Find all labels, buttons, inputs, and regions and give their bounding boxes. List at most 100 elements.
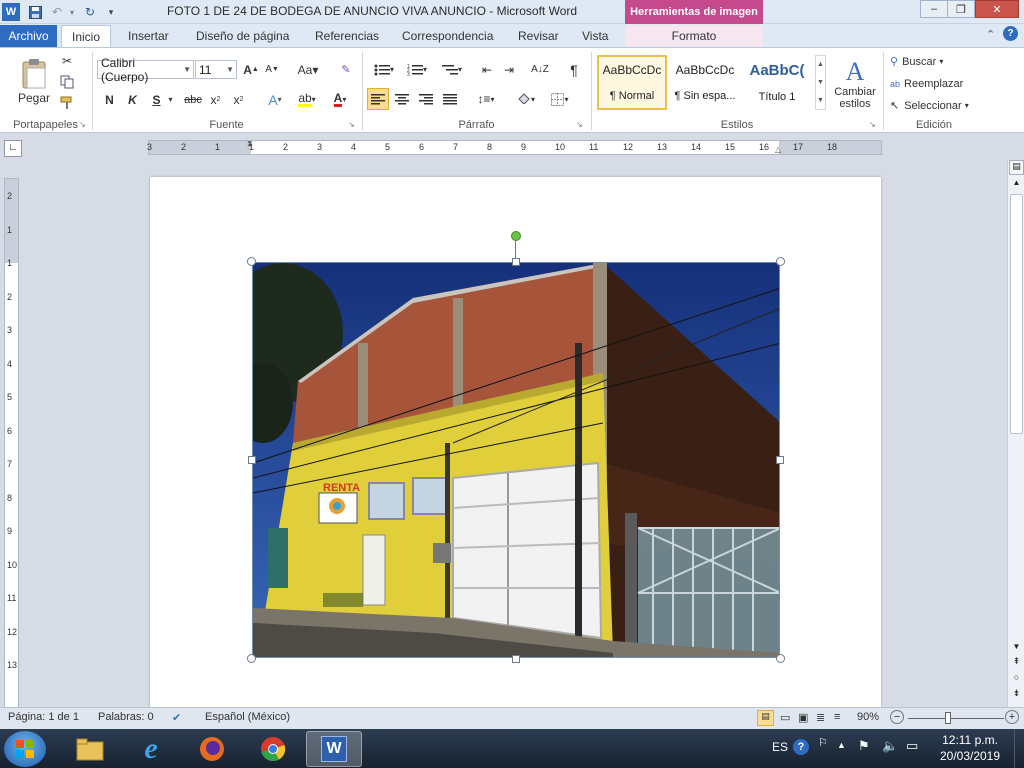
select-button[interactable]: ↖ Seleccionar ▾ [890,97,969,114]
justify-button[interactable] [441,89,459,109]
resize-handle-w[interactable] [248,456,256,464]
grow-font-button[interactable]: A ▲ [242,60,260,79]
explorer-taskbar-button[interactable] [62,731,118,767]
chrome-taskbar-button[interactable] [245,731,301,767]
tab-diseno-pagina[interactable]: Diseño de página [186,25,299,47]
zoom-in-icon[interactable]: + [1005,710,1019,724]
bold-button[interactable]: N [101,90,118,109]
highlight-button[interactable]: ab ▾ [292,90,322,109]
shrink-font-button[interactable]: A ▼ [263,60,281,79]
font-name-combo[interactable]: Calibri (Cuerpo) ▼ [97,56,194,84]
underline-button[interactable]: S [148,90,165,109]
minimize-button[interactable]: – [920,0,948,18]
sort-button[interactable]: A↓Z [530,60,550,79]
clear-format-icon[interactable]: ✎ [337,60,355,79]
resize-handle-e[interactable] [776,456,784,464]
superscript-button[interactable]: x2 [230,90,247,109]
increase-indent-button[interactable]: ⇥ [500,60,518,79]
tab-vista[interactable]: Vista [572,25,618,47]
chevron-up-icon[interactable]: ▲ [817,61,824,68]
font-color-button[interactable]: A ▾ [326,90,354,109]
tab-formato[interactable]: Formato [625,25,763,47]
style-titulo-1[interactable]: AaBbC( Título 1 [742,55,812,110]
style-sin-espaciado[interactable]: AaBbCcDc ¶ Sin espa... [670,55,740,110]
more-icon[interactable]: ▼ [817,97,824,104]
bullets-button[interactable]: ▾ [369,60,399,79]
style-normal[interactable]: AaBbCcDc ¶ Normal [597,55,667,110]
show-marks-button[interactable]: ¶ [565,60,583,79]
volume-icon[interactable]: 🔈 [882,738,898,754]
help-tray-icon[interactable]: ? [793,739,809,755]
align-center-button[interactable] [393,89,411,109]
ruler-toggle-icon[interactable]: ▤ [1009,160,1024,175]
zoom-level[interactable]: 90% [857,711,879,723]
previous-page-icon[interactable]: ⇞ [1009,656,1024,669]
right-indent-marker[interactable]: △ [775,145,781,154]
ie-taskbar-button[interactable]: e [123,731,179,767]
resize-handle-sw[interactable] [247,654,256,663]
action-center-icon[interactable]: ⚑ [858,738,870,754]
word-taskbar-button[interactable]: W [306,731,362,767]
dialog-launcher-icon[interactable]: ↘ [348,120,355,129]
align-left-button[interactable] [367,88,389,110]
help-icon[interactable]: ? [1003,26,1018,41]
resize-handle-nw[interactable] [247,257,256,266]
numbering-button[interactable]: 1 2 3 ▾ [402,60,432,79]
copy-icon[interactable] [59,74,75,90]
italic-button[interactable]: K [124,90,141,109]
resize-handle-ne[interactable] [776,257,785,266]
firefox-taskbar-button[interactable] [184,731,240,767]
text-effects-button[interactable]: A ▾ [262,90,288,109]
horizontal-ruler[interactable]: 3 2 1 1 2 3 4 5 6 7 8 9 10 11 12 13 14 15 16 17 18 ⧗ △ [147,139,882,155]
network-icon[interactable]: ▭ [906,738,918,754]
dialog-launcher-icon[interactable]: ↘ [869,120,876,129]
resize-handle-se[interactable] [776,654,785,663]
tab-insertar[interactable]: Insertar [118,25,179,47]
zoom-slider[interactable] [908,718,1004,719]
tray-icon[interactable]: ⚐ [818,736,828,749]
styles-scroll[interactable]: ▲ ▼ ▼ [815,55,826,110]
tab-correspondencia[interactable]: Correspondencia [392,25,503,47]
web-layout-icon[interactable]: ▣ [798,711,808,724]
rotate-handle[interactable] [511,231,521,241]
cut-icon[interactable]: ✂ [59,53,75,69]
clock-date[interactable]: 20/03/2019 [935,749,1005,763]
print-layout-icon[interactable]: ▤ [757,710,774,726]
close-button[interactable]: ✕ [975,0,1019,18]
decrease-indent-button[interactable]: ⇤ [478,60,496,79]
language[interactable]: Español (México) [205,711,290,723]
tab-selector-icon[interactable]: ∟ [4,140,22,157]
indent-marker[interactable]: ⧗ [247,139,253,149]
resize-handle-n[interactable] [512,258,520,266]
word-count[interactable]: Palabras: 0 [98,711,154,723]
multilevel-list-button[interactable]: ▾ [437,60,467,79]
format-painter-icon[interactable] [59,95,75,111]
tab-inicio[interactable]: Inicio [61,25,112,47]
chevron-down-icon[interactable]: ▾ [166,90,175,109]
scroll-thumb[interactable] [1010,194,1023,434]
dialog-launcher-icon[interactable]: ↘ [576,120,583,129]
font-size-combo[interactable]: 11 ▼ [195,60,237,79]
vertical-ruler[interactable]: 2 1 1 2 3 4 5 6 7 8 9 10 11 12 13 [4,178,19,708]
tab-referencias[interactable]: Referencias [305,25,389,47]
chevron-down-icon[interactable]: ▼ [817,79,824,86]
minimize-ribbon-icon[interactable]: ⌃ [986,28,995,41]
draft-icon[interactable]: ≡ [834,711,840,723]
change-styles-button[interactable]: A Cambiar estilos [831,53,879,115]
line-spacing-button[interactable]: ↕≡ ▾ [472,89,500,109]
align-right-button[interactable] [417,89,435,109]
resize-handle-s[interactable] [512,655,520,663]
show-desktop-button[interactable] [1014,729,1024,768]
show-hidden-icons[interactable]: ▲ [837,740,846,750]
full-screen-icon[interactable]: ▭ [780,711,790,724]
strikethrough-button[interactable]: abc [182,90,204,109]
borders-button[interactable]: ▾ [545,89,575,109]
change-case-button[interactable]: Aa▾ [295,60,321,79]
input-language[interactable]: ES [772,740,788,754]
zoom-slider-thumb[interactable] [945,712,951,724]
outline-icon[interactable]: ≣ [816,711,825,724]
find-button[interactable]: ⚲ Buscar ▾ [890,53,943,70]
zoom-out-icon[interactable]: − [890,710,904,724]
scroll-down-arrow[interactable]: ▼ [1009,642,1024,655]
dialog-launcher-icon[interactable]: ↘ [79,120,86,129]
